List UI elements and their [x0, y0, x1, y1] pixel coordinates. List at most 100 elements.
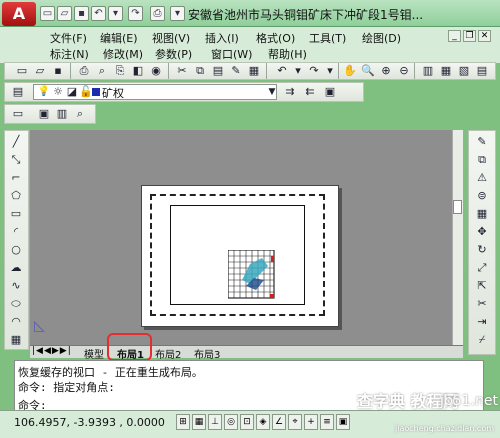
tool-palettes-icon[interactable]: ▧	[456, 63, 472, 79]
polar-tracking-icon[interactable]: ◎	[224, 414, 238, 430]
properties-icon[interactable]: ▥	[420, 63, 436, 79]
tab-model[interactable]: 模型	[84, 346, 104, 361]
coordinates-readout[interactable]: 106.4957, -3.9393 , 0.0000	[14, 416, 165, 429]
paste-icon[interactable]: ▤	[210, 63, 226, 79]
polygonal-viewport-icon[interactable]: ▥	[54, 106, 70, 122]
match-properties-icon[interactable]: ✎	[228, 63, 244, 79]
toolbar-undo-dropdown-icon[interactable]: ▾	[290, 63, 306, 79]
dynamic-ucs-icon[interactable]: ⌖	[288, 414, 302, 430]
toolbar-undo-icon[interactable]: ↶	[274, 63, 290, 79]
zoom-previous-icon[interactable]: ⊖	[396, 63, 412, 79]
menu-format[interactable]: 格式(O)	[256, 30, 295, 46]
menu-dimension[interactable]: 标注(N)	[50, 46, 89, 62]
tab-nav-arrows-icon[interactable]: |◀◀▶▶|	[32, 346, 72, 356]
design-center-icon[interactable]: ◉	[148, 63, 164, 79]
close-icon[interactable]: ✕	[478, 30, 491, 42]
circle-icon[interactable]: ○	[8, 242, 24, 258]
scale-icon[interactable]: ⤢	[474, 260, 490, 276]
mirror-icon[interactable]: ⚠	[474, 170, 490, 186]
app-logo-icon[interactable]: A	[2, 2, 36, 26]
menu-modify[interactable]: 修改(M)	[103, 46, 143, 62]
polygon-icon[interactable]: ⬠	[8, 188, 24, 204]
trim-icon[interactable]: ✂	[474, 296, 490, 312]
cut-icon[interactable]: ✂	[174, 63, 190, 79]
plot-preview-icon[interactable]: ⌕	[94, 63, 110, 79]
publish-icon[interactable]: ⎘	[112, 63, 128, 79]
ellipse-icon[interactable]: ⬭	[8, 296, 24, 312]
grid-display-icon[interactable]: ▦	[192, 414, 206, 430]
move-icon[interactable]: ✥	[474, 224, 490, 240]
scrollbar-thumb[interactable]	[453, 200, 462, 214]
quick-access-dropdown-icon[interactable]: ▾	[170, 6, 185, 21]
menu-parametric[interactable]: 参数(P)	[155, 46, 192, 62]
rectangle-icon[interactable]: ▭	[8, 206, 24, 222]
menu-draw[interactable]: 绘图(D)	[362, 30, 401, 46]
plot-icon[interactable]: ⎙	[76, 63, 92, 79]
array-icon[interactable]: ▦	[474, 206, 490, 222]
restore-icon[interactable]: ❐	[463, 30, 476, 42]
arc-icon[interactable]: ◜	[8, 224, 24, 240]
menu-edit[interactable]: 编辑(E)	[100, 30, 138, 46]
redo-icon[interactable]: ↷	[128, 6, 143, 21]
layer-manager-icon[interactable]: ▤	[10, 84, 26, 100]
block-editor-icon[interactable]: ▦	[246, 63, 262, 79]
minimize-icon[interactable]: _	[448, 30, 461, 42]
design-center-palette-icon[interactable]: ▦	[438, 63, 454, 79]
insert-block-icon[interactable]: ▦	[8, 332, 24, 348]
menu-help[interactable]: 帮助(H)	[268, 46, 307, 62]
zoom-window-icon[interactable]: ⊕	[378, 63, 394, 79]
save-icon[interactable]: ▪	[74, 6, 89, 21]
line-icon[interactable]: ╱	[8, 134, 24, 150]
single-viewport-icon[interactable]: ▣	[36, 106, 52, 122]
menu-window[interactable]: 窗口(W)	[211, 46, 252, 62]
copy-icon[interactable]: ⧉	[192, 63, 208, 79]
zoom-realtime-icon[interactable]: 🔍	[360, 63, 376, 79]
extend-icon[interactable]: ⇥	[474, 314, 490, 330]
menu-file[interactable]: 文件(F)	[50, 30, 87, 46]
open-icon[interactable]: ▱	[32, 63, 48, 79]
stretch-icon[interactable]: ⇱	[474, 278, 490, 294]
save-file-icon[interactable]: ▪	[50, 63, 66, 79]
transparency-icon[interactable]: ▣	[336, 414, 350, 430]
object-snap-tracking-icon[interactable]: ∠	[272, 414, 286, 430]
clip-viewport-icon[interactable]: ⌕	[72, 106, 88, 122]
offset-icon[interactable]: ⊜	[474, 188, 490, 204]
break-icon[interactable]: ⌿	[474, 332, 490, 348]
3d-print-icon[interactable]: ◧	[130, 63, 146, 79]
pan-icon[interactable]: ✋	[342, 63, 358, 79]
sheet-set-icon[interactable]: ▤	[474, 63, 490, 79]
layer-previous-icon[interactable]: ⇇	[302, 84, 318, 100]
new-file-icon[interactable]: ▭	[40, 6, 55, 21]
make-object-layer-current-icon[interactable]: ⇉	[282, 84, 298, 100]
polyline-icon[interactable]: ⌐	[8, 170, 24, 186]
ortho-mode-icon[interactable]: ⊥	[208, 414, 222, 430]
erase-icon[interactable]: ✎	[474, 134, 490, 150]
object-snap-icon[interactable]: ⊡	[240, 414, 254, 430]
tab-layout3[interactable]: 布局3	[194, 346, 220, 361]
toolbar-redo-dropdown-icon[interactable]: ▾	[322, 63, 338, 79]
qnew-icon[interactable]: ▭	[14, 63, 30, 79]
toolbar-redo-icon[interactable]: ↷	[306, 63, 322, 79]
menu-view[interactable]: 视图(V)	[152, 30, 190, 46]
ellipse-arc-icon[interactable]: ◠	[8, 314, 24, 330]
layer-states-icon[interactable]: ▣	[322, 84, 338, 100]
tab-layout2[interactable]: 布局2	[155, 346, 181, 361]
vertical-scrollbar[interactable]	[452, 130, 463, 345]
copy-object-icon[interactable]: ⧉	[474, 152, 490, 168]
open-file-icon[interactable]: ▱	[57, 6, 72, 21]
menu-tools[interactable]: 工具(T)	[309, 30, 346, 46]
print-icon[interactable]: ⎙	[150, 6, 165, 21]
revision-cloud-icon[interactable]: ☁	[8, 260, 24, 276]
dynamic-input-icon[interactable]: +	[304, 414, 318, 430]
lineweight-icon[interactable]: ≡	[320, 414, 334, 430]
undo-dropdown-icon[interactable]: ▾	[108, 6, 123, 21]
spline-icon[interactable]: ∿	[8, 278, 24, 294]
construction-line-icon[interactable]: ⤡	[8, 152, 24, 168]
3d-object-snap-icon[interactable]: ◈	[256, 414, 270, 430]
snap-mode-icon[interactable]: ⊞	[176, 414, 190, 430]
menu-insert[interactable]: 插入(I)	[205, 30, 239, 46]
rotate-icon[interactable]: ↻	[474, 242, 490, 258]
undo-icon[interactable]: ↶	[91, 6, 106, 21]
layer-dropdown-arrow-icon[interactable]: ▼	[264, 84, 280, 100]
display-viewports-icon[interactable]: ▭	[10, 106, 26, 122]
